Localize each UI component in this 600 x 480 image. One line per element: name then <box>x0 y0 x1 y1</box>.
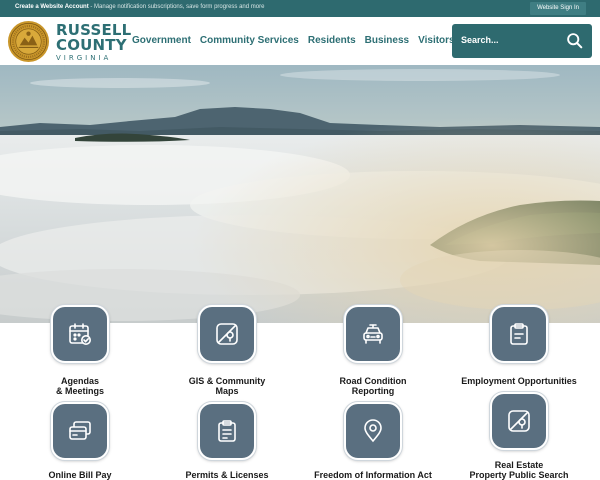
agendas-label-line-1: Agendas <box>60 376 99 386</box>
quicklink-permits-licenses[interactable]: Permits & Licenses <box>157 402 297 480</box>
bill-pay-label: Online Bill Pay <box>48 470 112 480</box>
quicklink-real-estate-search[interactable]: Real Estate Property Public Search <box>449 392 589 480</box>
nav-community-services[interactable]: Community Services <box>200 35 299 46</box>
agendas-label-line-2: & Meetings <box>55 386 104 396</box>
quicklink-employment[interactable]: Employment Opportunities <box>449 305 589 400</box>
agendas-button[interactable] <box>51 305 109 363</box>
site-header: RUSSELL COUNTY VIRGINIA Government Commu… <box>0 17 600 65</box>
permits-label: Permits & Licenses <box>185 470 269 480</box>
quicklink-agendas-meetings[interactable]: Agendas & Meetings <box>10 305 150 400</box>
quicklink-road-condition[interactable]: Road Condition Reporting <box>303 305 443 400</box>
nav-government[interactable]: Government <box>132 35 191 46</box>
nav-visitors[interactable]: Visitors <box>418 35 455 46</box>
quicklink-online-bill-pay[interactable]: Online Bill Pay <box>10 402 150 480</box>
gis-label-line-1: GIS & Community <box>188 376 266 386</box>
foia-button[interactable] <box>344 402 402 460</box>
real-estate-label-line-2: Property Public Search <box>469 470 569 480</box>
create-account-label[interactable]: Create a Website Account <box>15 4 89 10</box>
wordmark-line-3: VIRGINIA <box>56 54 112 62</box>
credit-card-icon <box>69 421 91 440</box>
road-label-line-1: Road Condition <box>339 376 407 386</box>
real-estate-button[interactable] <box>490 392 548 450</box>
gis-maps-button[interactable] <box>198 305 256 363</box>
clipboard-icon <box>218 420 236 442</box>
nav-business[interactable]: Business <box>365 35 409 46</box>
main-navigation: Government Community Services Residents … <box>132 35 464 46</box>
map-icon <box>508 410 530 432</box>
quicklink-foia[interactable]: Freedom of Information Act <box>303 402 443 480</box>
hero-fog-mountains-image <box>0 65 600 323</box>
top-utility-bar: Create a Website Account - Manage notifi… <box>0 0 600 17</box>
vehicle-icon <box>363 324 383 344</box>
road-condition-button[interactable] <box>344 305 402 363</box>
location-pin-icon <box>364 419 382 443</box>
gis-label-line-2: Maps <box>215 386 239 396</box>
wordmark-line-2: COUNTY <box>56 36 127 54</box>
search-icon[interactable] <box>566 32 583 49</box>
create-account-description: - Manage notification subscriptions, sav… <box>88 4 265 10</box>
county-wordmark[interactable]: RUSSELL COUNTY VIRGINIA <box>56 23 131 63</box>
quicklink-gis-maps[interactable]: GIS & Community Maps <box>157 305 297 400</box>
road-label-line-2: Reporting <box>351 386 395 396</box>
online-bill-pay-button[interactable] <box>51 402 109 460</box>
website-sign-in-button[interactable]: Website Sign In <box>530 2 586 15</box>
county-seal-logo[interactable] <box>7 20 50 63</box>
foia-label: Freedom of Information Act <box>314 470 432 480</box>
nav-residents[interactable]: Residents <box>308 35 356 46</box>
map-icon <box>216 323 238 345</box>
real-estate-label-line-1: Real Estate <box>494 460 544 470</box>
search-input[interactable]: Search... <box>461 35 499 45</box>
create-account-link[interactable]: Create a Website Account - Manage notifi… <box>15 4 264 10</box>
employment-label-line-1: Employment Opportunities <box>461 376 577 386</box>
permits-licenses-button[interactable] <box>198 402 256 460</box>
clipboard-icon <box>510 323 528 345</box>
employment-button[interactable] <box>490 305 548 363</box>
calendar-icon <box>69 323 91 345</box>
search-box[interactable]: Search... <box>452 24 592 58</box>
